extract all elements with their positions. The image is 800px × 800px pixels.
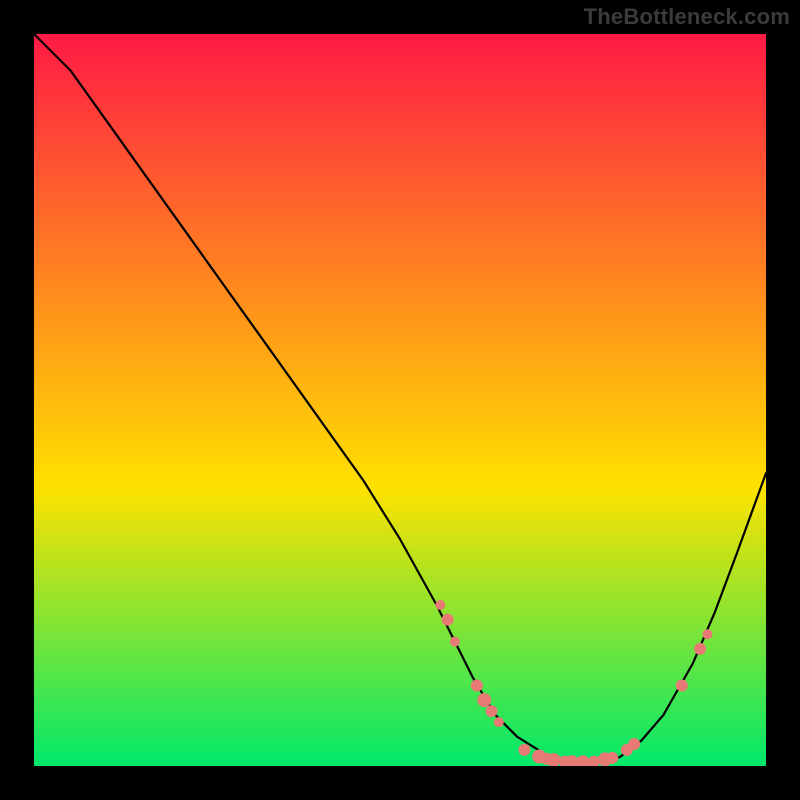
data-point bbox=[494, 717, 504, 727]
watermark-text: TheBottleneck.com bbox=[584, 4, 790, 30]
data-point bbox=[450, 637, 460, 647]
data-point bbox=[477, 693, 491, 707]
data-point bbox=[442, 614, 454, 626]
data-point bbox=[518, 744, 530, 756]
data-point bbox=[628, 738, 640, 750]
data-point bbox=[471, 680, 483, 692]
data-point bbox=[486, 705, 498, 717]
bottleneck-plot bbox=[34, 34, 766, 766]
data-point bbox=[676, 680, 688, 692]
data-point bbox=[694, 643, 706, 655]
data-point bbox=[435, 600, 445, 610]
data-point bbox=[702, 629, 712, 639]
gradient-bg bbox=[34, 34, 766, 766]
chart-frame: TheBottleneck.com bbox=[0, 0, 800, 800]
data-point bbox=[606, 752, 618, 764]
